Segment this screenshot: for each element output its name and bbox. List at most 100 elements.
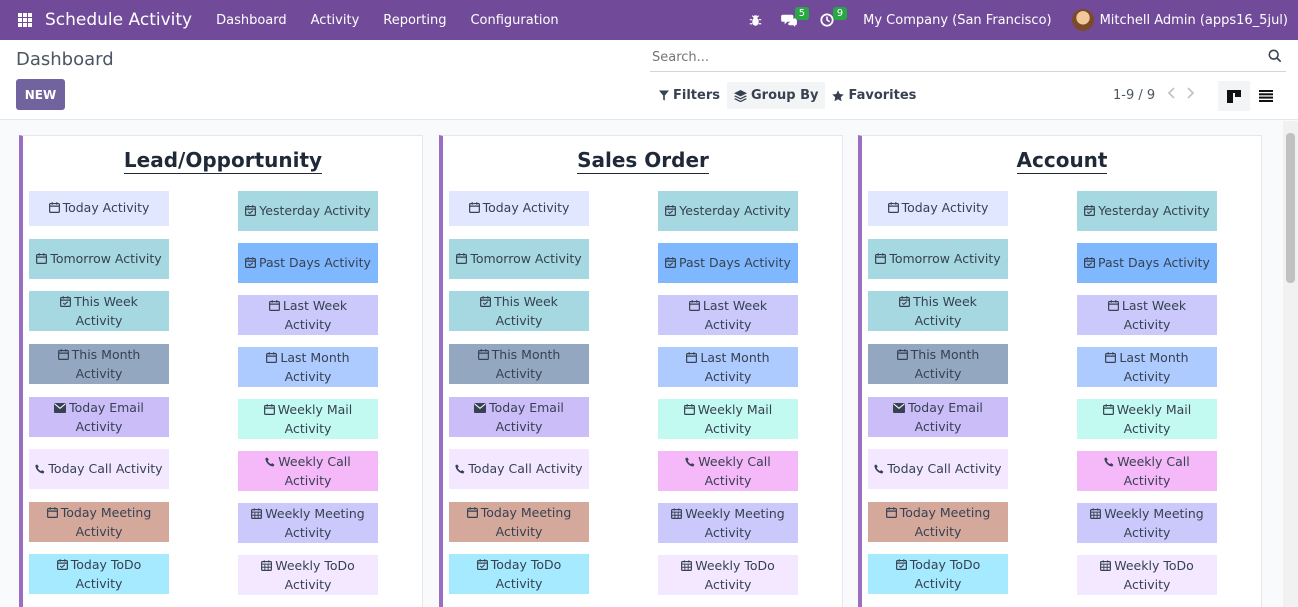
activity-button[interactable]: Yesterday Activity [238, 191, 378, 231]
activity-button[interactable]: This Month Activity [449, 344, 589, 384]
activity-button[interactable]: Last Week Activity [1077, 295, 1217, 335]
calendar-check-icon [665, 203, 677, 221]
vertical-scrollbar[interactable] [1283, 121, 1298, 607]
group-by-button[interactable]: Group By [726, 82, 826, 109]
activity-button[interactable]: Today Activity [449, 191, 589, 226]
messages-icon[interactable]: 5 [775, 0, 810, 40]
activity-button-content: Today Email Activity [874, 399, 1002, 436]
company-switcher[interactable]: My Company (San Francisco) [863, 13, 1051, 28]
user-menu[interactable]: Mitchell Admin (apps16_5jul) [1100, 13, 1288, 28]
activity-button[interactable]: Last Week Activity [238, 295, 378, 335]
activity-button[interactable]: Tomorrow Activity [868, 239, 1008, 279]
activity-button-content: This Month Activity [874, 346, 1002, 383]
search-bar [650, 44, 1286, 72]
activity-button-label: Last Month Activity [700, 349, 770, 384]
activity-button[interactable]: Today Meeting Activity [29, 502, 169, 542]
activity-button[interactable]: This Month Activity [29, 344, 169, 384]
activity-button[interactable]: Today ToDo Activity [449, 554, 589, 594]
activity-button[interactable]: Yesterday Activity [1077, 191, 1217, 231]
activity-button[interactable]: Weekly Call Activity [1077, 451, 1217, 491]
activity-button[interactable]: Weekly ToDo Activity [1077, 555, 1217, 595]
card-title: Account [862, 148, 1262, 174]
chevron-left-icon[interactable] [1167, 87, 1175, 103]
activity-button-label: Today Call Activity [48, 460, 163, 476]
menu-configuration[interactable]: Configuration [458, 13, 570, 28]
activity-button[interactable]: Tomorrow Activity [29, 239, 169, 279]
menu-dashboard[interactable]: Dashboard [204, 13, 299, 28]
activity-button[interactable]: Last Month Activity [238, 347, 378, 387]
activity-button[interactable]: Tomorrow Activity [449, 239, 589, 279]
activity-button[interactable]: Today Activity [29, 191, 169, 226]
activity-button[interactable]: Weekly Mail Activity [238, 399, 378, 439]
activity-button[interactable]: Weekly Meeting Activity [238, 503, 378, 543]
activity-button[interactable]: Yesterday Activity [658, 191, 798, 231]
activity-button[interactable]: Weekly Meeting Activity [658, 503, 798, 543]
activity-button[interactable]: Today Activity [868, 191, 1008, 226]
bug-icon[interactable] [741, 0, 769, 40]
activity-button[interactable]: Last Week Activity [658, 295, 798, 335]
activity-button-content: Today Call Activity [874, 460, 1002, 479]
activity-button-content: Last Month Activity [244, 349, 372, 386]
activity-button[interactable]: Today Email Activity [449, 397, 589, 437]
kanban-view-icon[interactable] [1218, 81, 1250, 111]
user-avatar[interactable] [1071, 9, 1094, 31]
calendar-icon [266, 350, 278, 368]
activity-button[interactable]: Today Call Activity [449, 449, 589, 489]
activity-button-label: Tomorrow Activity [50, 250, 162, 266]
activity-button[interactable]: Weekly Meeting Activity [1077, 503, 1217, 543]
activity-button[interactable]: Today Email Activity [868, 397, 1008, 437]
activity-button[interactable]: Today Email Activity [29, 397, 169, 437]
favorites-button[interactable]: Favorites [825, 82, 923, 109]
activity-button[interactable]: Today Call Activity [868, 449, 1008, 489]
card-title: Sales Order [443, 148, 843, 174]
calendar-icon [686, 350, 698, 368]
activity-button[interactable]: Weekly Call Activity [238, 451, 378, 491]
dashboard-card: Lead/Opportunity Today Activity Tomorrow A… [19, 135, 423, 607]
activity-button-label: Yesterday Activity [679, 202, 791, 218]
activity-button[interactable]: This Week Activity [29, 291, 169, 331]
activity-button[interactable]: Today ToDo Activity [868, 554, 1008, 594]
activity-button[interactable]: Weekly Mail Activity [1077, 399, 1217, 439]
activity-button[interactable]: Today Call Activity [29, 449, 169, 489]
activity-button[interactable]: Last Month Activity [1077, 347, 1217, 387]
activity-button[interactable]: Weekly Call Activity [658, 451, 798, 491]
apps-menu-icon[interactable] [18, 13, 32, 27]
menu-reporting[interactable]: Reporting [371, 13, 458, 28]
activity-button[interactable]: Last Month Activity [658, 347, 798, 387]
activity-button[interactable]: This Week Activity [868, 291, 1008, 331]
chevron-right-icon[interactable] [1187, 87, 1195, 103]
activity-button-label: Tomorrow Activity [889, 250, 1001, 266]
activity-button[interactable]: Today ToDo Activity [29, 554, 169, 594]
activity-button-label: Weekly Mail Activity [277, 401, 353, 436]
activity-button-label: Today ToDo Activity [909, 556, 981, 591]
list-view-icon[interactable] [1250, 81, 1282, 111]
activity-button[interactable]: Past Days Activity [1077, 243, 1217, 283]
activity-button-content: Last Month Activity [664, 349, 792, 386]
activity-button-label: Past Days Activity [1098, 254, 1210, 270]
dashboard-card: Sales Order Today Activity Tomorrow Activi… [439, 135, 843, 607]
activity-button-content: Past Days Activity [1084, 254, 1210, 273]
envelope-icon [474, 400, 487, 418]
search-icon[interactable] [1268, 48, 1282, 67]
pager-value[interactable]: 1-9 / 9 [1113, 88, 1155, 103]
activity-button-label: Today Email Activity [908, 399, 983, 434]
clock-icon[interactable]: 9 [813, 0, 848, 40]
new-button[interactable]: NEW [16, 79, 65, 110]
search-input[interactable] [650, 44, 1250, 70]
activity-button-content: Weekly Mail Activity [1083, 401, 1211, 438]
activity-button[interactable]: Past Days Activity [658, 243, 798, 283]
activity-button[interactable]: Weekly Mail Activity [658, 399, 798, 439]
activity-button[interactable]: Today Meeting Activity [449, 502, 589, 542]
activity-button[interactable]: Today Meeting Activity [868, 502, 1008, 542]
calendar-icon [683, 402, 695, 420]
menu-activity[interactable]: Activity [299, 13, 372, 28]
phone-icon [685, 454, 695, 472]
activity-button[interactable]: This Week Activity [449, 291, 589, 331]
app-title[interactable]: Schedule Activity [45, 10, 192, 30]
activity-button[interactable]: Past Days Activity [238, 243, 378, 283]
filters-button[interactable]: Filters [652, 82, 727, 109]
activity-button[interactable]: Weekly ToDo Activity [238, 555, 378, 595]
activity-button[interactable]: This Month Activity [868, 344, 1008, 384]
activity-button-label: Today Email Activity [69, 399, 144, 434]
activity-button[interactable]: Weekly ToDo Activity [658, 555, 798, 595]
